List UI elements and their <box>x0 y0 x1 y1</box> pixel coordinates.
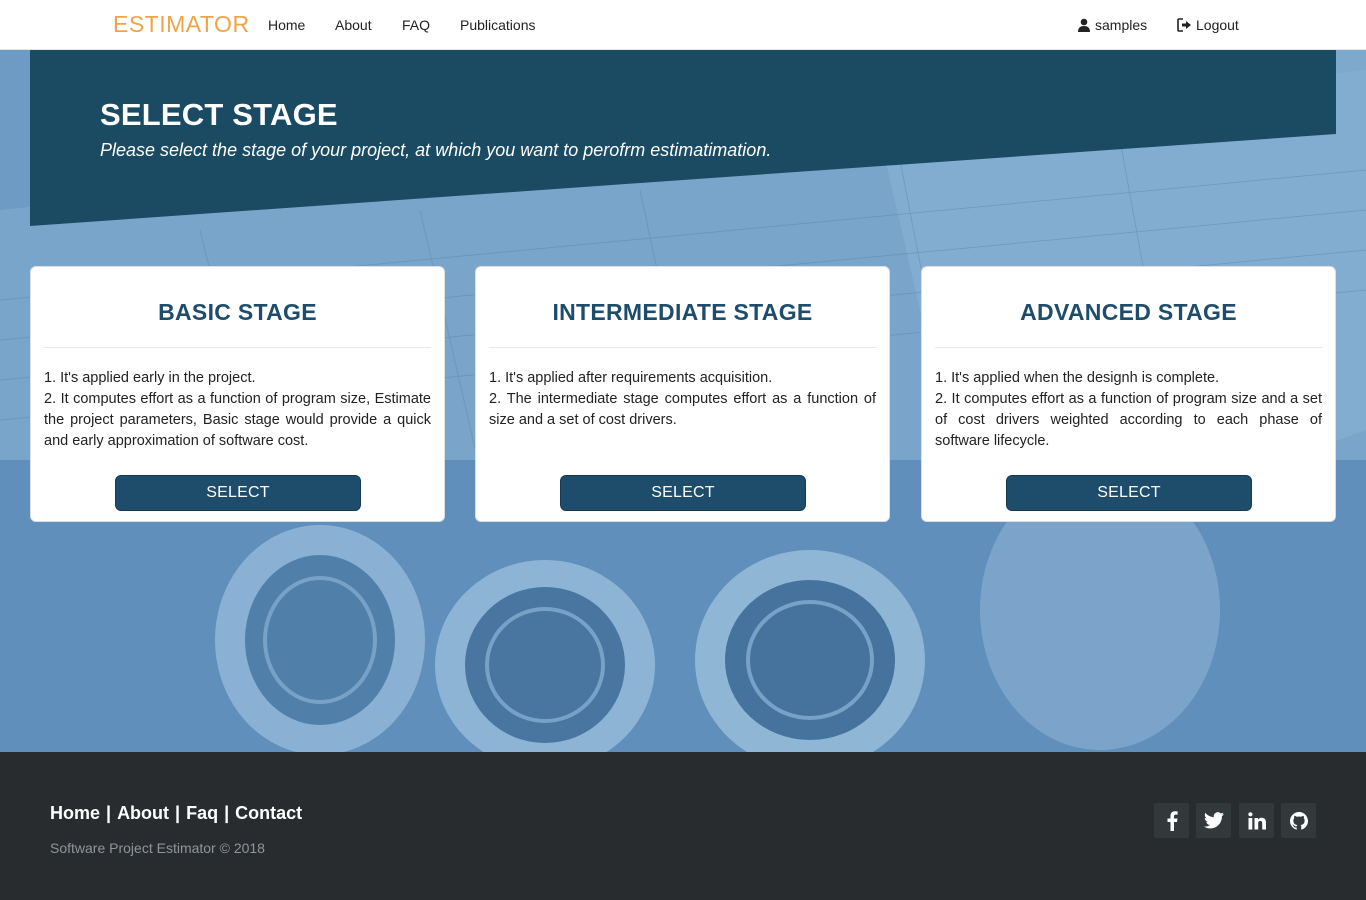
select-stage-banner: SELECT STAGE Please select the stage of … <box>30 50 1336 226</box>
footer-contact-link[interactable]: Contact <box>235 803 302 823</box>
nav-publications-link[interactable]: Publications <box>460 17 536 33</box>
logout-label: Logout <box>1196 17 1239 33</box>
user-icon <box>1077 18 1091 32</box>
footer-faq-link[interactable]: Faq <box>186 803 218 823</box>
card-title: ADVANCED STAGE <box>1020 299 1237 325</box>
twitter-button[interactable] <box>1196 803 1231 838</box>
github-icon <box>1289 811 1308 830</box>
linkedin-icon <box>1247 811 1266 830</box>
card-description: 1. It's applied after requirements acqui… <box>489 368 876 431</box>
card-divider <box>489 347 876 348</box>
select-basic-button[interactable]: SELECT <box>115 475 361 511</box>
footer-about-link[interactable]: About <box>117 803 169 823</box>
card-line-1: 1. It's applied early in the project. <box>44 370 256 386</box>
page-subtitle: Please select the stage of your project,… <box>100 140 772 160</box>
stage-card-basic: BASIC STAGE 1. It's applied early in the… <box>30 266 445 522</box>
github-button[interactable] <box>1281 803 1316 838</box>
footer-links: Home | About | Faq | Contact <box>50 803 302 824</box>
footer-separator: | <box>106 803 112 823</box>
footer-home-link[interactable]: Home <box>50 803 100 823</box>
card-description: 1. It's applied early in the project. 2.… <box>44 368 431 452</box>
card-title: INTERMEDIATE STAGE <box>552 299 813 325</box>
logout-link[interactable]: Logout <box>1177 17 1239 33</box>
page-footer: Home | About | Faq | Contact Software Project … <box>0 752 1366 900</box>
top-navbar: ESTIMATOR Home About FAQ Publications sa… <box>0 0 1366 50</box>
card-line-2: 2. It computes effort as a function of p… <box>935 391 1322 449</box>
card-description: 1. It's applied when the designh is comp… <box>935 368 1322 452</box>
linkedin-button[interactable] <box>1239 803 1274 838</box>
nav-home-link[interactable]: Home <box>268 17 305 33</box>
card-line-2: 2. It computes effort as a function of p… <box>44 391 431 449</box>
footer-separator: | <box>175 803 181 823</box>
nav-faq-link[interactable]: FAQ <box>402 17 430 33</box>
brand-logo[interactable]: ESTIMATOR <box>113 11 250 38</box>
nav-about-link[interactable]: About <box>335 17 372 33</box>
stage-card-advanced: ADVANCED STAGE 1. It's applied when the … <box>921 266 1336 522</box>
card-line-1: 1. It's applied when the designh is comp… <box>935 370 1220 386</box>
banner-shape <box>30 50 1336 226</box>
footer-separator: | <box>224 803 230 823</box>
logout-icon <box>1177 18 1192 32</box>
card-divider <box>44 347 431 348</box>
copyright-text: Software Project Estimator © 2018 <box>50 840 265 856</box>
user-menu[interactable]: samples <box>1077 17 1147 33</box>
card-line-1: 1. It's applied after requirements acqui… <box>489 370 773 386</box>
stage-card-intermediate: INTERMEDIATE STAGE 1. It's applied after… <box>475 266 890 522</box>
card-title: BASIC STAGE <box>158 299 317 325</box>
facebook-icon <box>1166 810 1178 831</box>
page-title: SELECT STAGE <box>100 97 338 132</box>
facebook-button[interactable] <box>1154 803 1189 838</box>
user-name: samples <box>1095 17 1148 33</box>
select-advanced-button[interactable]: SELECT <box>1006 475 1252 511</box>
select-intermediate-button[interactable]: SELECT <box>560 475 806 511</box>
card-line-2: 2. The intermediate stage computes effor… <box>489 391 876 428</box>
twitter-icon <box>1203 812 1224 829</box>
card-divider <box>935 347 1322 348</box>
